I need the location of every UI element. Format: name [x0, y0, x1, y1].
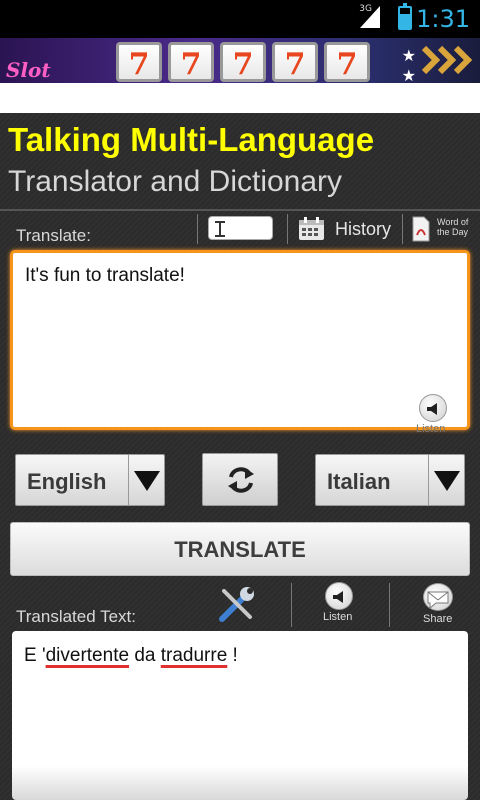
listen-source-caption: Listen [416, 423, 446, 435]
title-divider [0, 209, 480, 211]
target-language-value: Italian [327, 469, 391, 494]
text-input-mode-button[interactable] [208, 216, 273, 240]
ad-logo: Slot [6, 58, 51, 82]
toolbar-divider [287, 214, 288, 244]
dropdown-arrow-icon [128, 455, 164, 505]
text-cursor-icon [215, 221, 229, 237]
share-button[interactable] [423, 583, 453, 611]
word-of-the-day-icon[interactable] [411, 215, 431, 243]
spellcheck-word: divertente [45, 645, 130, 666]
swap-languages-button[interactable] [202, 453, 278, 506]
toolbar-divider [389, 583, 390, 627]
translated-text-part: ! [227, 645, 238, 666]
slot-reel: 7 [116, 42, 162, 82]
app-content: Talking Multi-Language Translator and Di… [0, 113, 480, 800]
translated-text-label: Translated Text: [16, 607, 137, 626]
translate-button[interactable]: TRANSLATE [10, 522, 470, 576]
listen-translation-button[interactable] [325, 582, 353, 610]
slot-reel: 7 [324, 42, 370, 82]
signal-icon [360, 6, 380, 28]
history-button[interactable]: History [335, 219, 391, 240]
listen-source-button[interactable] [419, 394, 447, 422]
app-title: Talking Multi-Language [8, 121, 375, 158]
slot-reel: 7 [220, 42, 266, 82]
source-text-input[interactable]: It's fun to translate! [10, 250, 470, 430]
translated-text-output[interactable]: E 'divertente da tradurre ! [12, 631, 468, 800]
spellcheck-word: tradurre [160, 645, 228, 666]
swap-icon [228, 467, 254, 493]
chevron-right-icon [421, 45, 472, 75]
source-language-select[interactable]: English [15, 454, 165, 506]
status-time: 1:31 [416, 5, 470, 33]
source-language-value: English [27, 469, 107, 494]
share-caption: Share [423, 613, 453, 625]
slot-reel: 7 [272, 42, 318, 82]
battery-icon [398, 3, 412, 30]
word-of-the-day-label[interactable]: Word of the Day [437, 217, 477, 237]
translated-text-part: da [129, 645, 161, 666]
dropdown-arrow-icon [428, 455, 464, 505]
calendar-icon[interactable] [298, 217, 325, 241]
translate-label: Translate: [16, 226, 91, 245]
tools-icon[interactable] [216, 585, 256, 625]
translated-text-part: E ' [24, 645, 46, 666]
slot-reel: 7 [168, 42, 214, 82]
toolbar-divider [291, 583, 292, 627]
translated-text: E 'divertente da tradurre ! [24, 645, 238, 667]
ad-banner[interactable]: Slot 7 7 7 7 7 ★ ★ [0, 38, 480, 83]
toolbar-divider [197, 214, 198, 244]
app-subtitle: Translator and Dictionary [8, 165, 343, 198]
status-bar: 3G 1:31 [0, 0, 480, 38]
speaker-icon [427, 403, 437, 415]
listen-translation-caption: Listen [323, 611, 353, 623]
target-language-select[interactable]: Italian [315, 454, 465, 506]
speech-bubble-icon [427, 591, 449, 610]
toolbar-divider [402, 214, 403, 244]
speaker-icon [333, 591, 343, 603]
banner-spacer [0, 83, 480, 113]
source-text: It's fun to translate! [25, 265, 185, 286]
star-icon: ★ ★ [401, 48, 416, 83]
